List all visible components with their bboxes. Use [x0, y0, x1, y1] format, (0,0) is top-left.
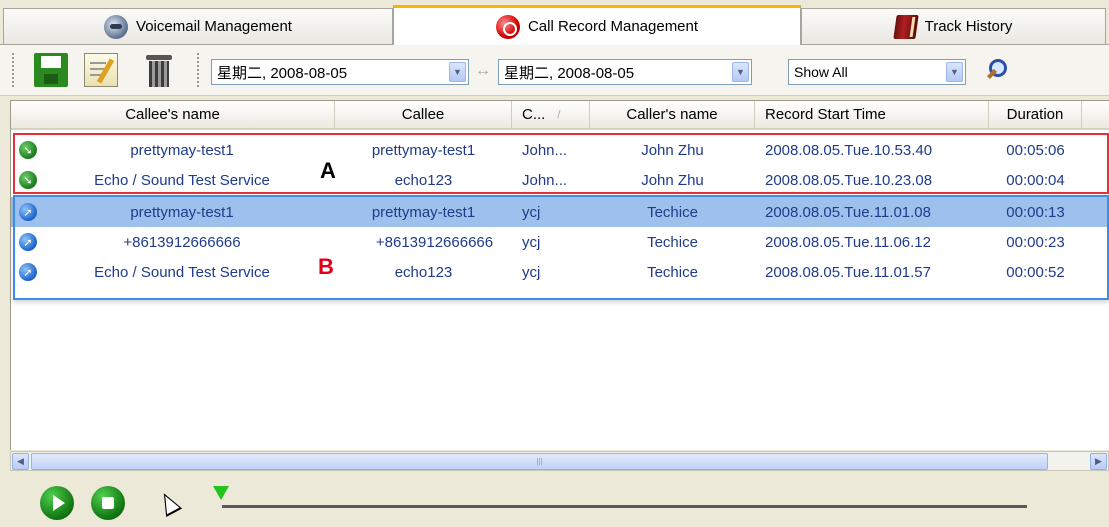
start-time-cell: 2008.08.05.Tue.11.01.08	[765, 203, 931, 221]
table-row[interactable]: ➚ +8613912666666 +8613912666666 ycj Tech…	[11, 227, 1109, 257]
playback-bar	[0, 476, 1109, 527]
tab-voicemail-management[interactable]: Voicemail Management	[3, 8, 393, 44]
tab-bar: Voicemail Management Call Record Managem…	[0, 0, 1109, 45]
column-header-callee[interactable]: Callee	[335, 101, 512, 128]
save-icon[interactable]	[34, 53, 68, 87]
tab-call-record-management[interactable]: Call Record Management	[393, 5, 801, 45]
play-icon[interactable]	[40, 486, 74, 520]
chevron-down-icon[interactable]: ▼	[449, 62, 466, 82]
callee-name-cell: +8613912666666	[123, 233, 241, 251]
scrollbar-thumb[interactable]: |||	[31, 453, 1048, 470]
filter-select[interactable]: Show All ▼	[788, 59, 966, 85]
date-from-value: 星期二, 2008-08-05	[217, 64, 348, 82]
duration-cell: 00:00:04	[1006, 171, 1065, 189]
start-time-cell: 2008.08.05.Tue.11.01.57	[765, 263, 931, 281]
caller-name-cell: Techice	[647, 203, 698, 221]
search-icon[interactable]	[983, 57, 1011, 85]
caller-name-cell: John Zhu	[641, 171, 704, 189]
caller-cell: John...	[522, 171, 568, 189]
tab-track-history[interactable]: Track History	[801, 8, 1106, 44]
caller-cell: ycj	[522, 203, 541, 221]
duration-cell: 00:00:13	[1006, 203, 1065, 221]
callee-cell: prettymay-test1	[371, 141, 476, 159]
filter-value: Show All	[794, 64, 848, 80]
trash-icon[interactable]	[144, 53, 174, 87]
column-header-caller-name[interactable]: Caller's name	[590, 101, 755, 128]
annotation-label-a: A	[320, 158, 336, 183]
table-row[interactable]: ➘ Echo / Sound Test Service echo123 John…	[11, 165, 1109, 195]
table-row-selected[interactable]: ➚ prettymay-test1 prettymay-test1 ycj Te…	[11, 197, 1109, 227]
chevron-down-icon[interactable]: ▼	[732, 62, 749, 82]
date-to-select[interactable]: 星期二, 2008-08-05 ▼	[498, 59, 752, 85]
annotation-label-b: B	[318, 254, 334, 279]
date-to-value: 星期二, 2008-08-05	[504, 64, 635, 82]
start-time-cell: 2008.08.05.Tue.10.53.40	[765, 141, 933, 159]
playback-progress-knob[interactable]	[213, 486, 229, 500]
start-time-cell: 2008.08.05.Tue.11.06.12	[765, 233, 931, 251]
toolbar: 星期二, 2008-08-05 ▼ ↔ 星期二, 2008-08-05 ▼ Sh…	[0, 44, 1109, 96]
mouse-cursor-icon	[155, 489, 183, 517]
record-icon	[495, 14, 520, 39]
book-icon	[892, 14, 919, 39]
callee-name-cell: Echo / Sound Test Service	[94, 171, 270, 189]
column-header-callee-name[interactable]: Callee's name	[11, 101, 335, 128]
callee-cell: prettymay-test1	[371, 203, 476, 221]
tab-label: Voicemail Management	[136, 18, 292, 35]
callee-name-cell: Echo / Sound Test Service	[94, 263, 270, 281]
start-time-cell: 2008.08.05.Tue.10.23.08	[765, 171, 933, 189]
callee-cell: echo123	[394, 171, 453, 189]
callee-cell: echo123	[394, 263, 453, 281]
voicemail-icon	[104, 14, 129, 39]
edit-icon[interactable]	[84, 53, 118, 87]
date-from-select[interactable]: 星期二, 2008-08-05 ▼	[211, 59, 469, 85]
scroll-right-icon[interactable]: ▶	[1090, 453, 1107, 470]
callee-name-cell: prettymay-test1	[130, 203, 234, 221]
duration-cell: 00:00:23	[1006, 233, 1065, 251]
column-header-caller[interactable]: C... /	[512, 101, 590, 128]
callee-name-cell: prettymay-test1	[130, 141, 234, 159]
duration-cell: 00:05:06	[1006, 141, 1065, 159]
tab-label: Call Record Management	[527, 18, 699, 35]
caller-cell: John...	[522, 141, 568, 159]
duration-cell: 00:00:52	[1006, 263, 1065, 281]
horizontal-scrollbar[interactable]: ◀ ||| ▶	[10, 451, 1109, 471]
caller-cell: ycj	[522, 263, 541, 281]
caller-name-cell: John Zhu	[641, 141, 704, 159]
callee-cell: +8613912666666	[375, 233, 494, 251]
call-record-table: Callee's name Callee C... / Caller's nam…	[10, 100, 1109, 450]
stop-icon[interactable]	[91, 486, 125, 520]
caller-cell: ycj	[522, 233, 541, 251]
tab-label: Track History	[924, 18, 1013, 35]
column-header-duration[interactable]: Duration	[989, 101, 1082, 128]
table-row[interactable]: ➚ Echo / Sound Test Service echo123 ycj …	[11, 257, 1109, 287]
chevron-down-icon[interactable]: ▼	[946, 62, 963, 82]
column-header-record-start-time[interactable]: Record Start Time	[755, 101, 989, 128]
caller-name-cell: Techice	[647, 233, 698, 251]
caller-name-cell: Techice	[647, 263, 698, 281]
swap-icon: ↔	[475, 62, 491, 79]
playback-progress-track[interactable]	[222, 505, 1027, 508]
table-row[interactable]: ➘ prettymay-test1 prettymay-test1 John..…	[11, 135, 1109, 165]
sort-icon: /	[557, 108, 561, 121]
column-header-caller-label: C...	[522, 106, 546, 123]
scroll-left-icon[interactable]: ◀	[12, 453, 29, 470]
toolbar-grip[interactable]	[12, 53, 17, 87]
table-header: Callee's name Callee C... / Caller's nam…	[11, 101, 1109, 130]
toolbar-grip[interactable]	[197, 53, 202, 87]
